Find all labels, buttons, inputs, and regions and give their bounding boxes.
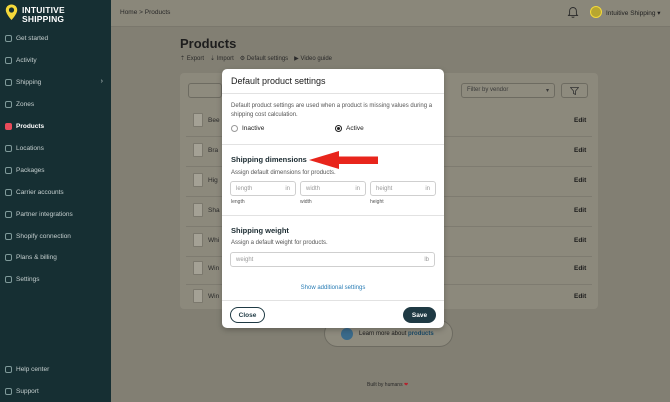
shirt-icon bbox=[5, 122, 12, 130]
page-actions: ⇡ Export ⇣ Import ⚙ Default settings ▶ V… bbox=[180, 55, 332, 62]
location-pin-icon bbox=[5, 4, 18, 20]
close-button[interactable]: Close bbox=[230, 307, 265, 323]
sidebar-item-plans-billing[interactable]: Plans & billing bbox=[0, 249, 111, 265]
shipping-weight-title: Shipping weight bbox=[231, 226, 289, 235]
truck-icon bbox=[5, 78, 12, 86]
vendor-filter[interactable]: Filter by vendor ▾ bbox=[461, 83, 555, 98]
length-label: length bbox=[231, 199, 245, 205]
video-guide-button[interactable]: ▶ Video guide bbox=[294, 55, 332, 62]
edit-button[interactable]: Edit bbox=[574, 177, 586, 184]
edit-button[interactable]: Edit bbox=[574, 117, 586, 124]
shipping-dimensions-title: Shipping dimensions bbox=[231, 155, 307, 164]
radio-inactive[interactable]: Inactive bbox=[231, 125, 264, 132]
show-additional-settings-link[interactable]: Show additional settings bbox=[222, 285, 444, 291]
sidebar-item-packages[interactable]: Packages bbox=[0, 162, 111, 178]
top-bar: Home > Products Intuitive Shipping ▾ bbox=[111, 0, 670, 27]
gear-icon bbox=[5, 275, 12, 283]
sidebar-item-carrier-accounts[interactable]: Carrier accounts bbox=[0, 184, 111, 200]
sidebar-item-shopify-connection[interactable]: Shopify connection bbox=[0, 228, 111, 244]
default-settings-button[interactable]: ⚙ Default settings bbox=[240, 55, 288, 62]
bell-icon[interactable] bbox=[567, 6, 579, 19]
edit-button[interactable]: Edit bbox=[574, 147, 586, 154]
product-thumbnail bbox=[193, 113, 203, 127]
sidebar-item-support[interactable]: Support bbox=[0, 383, 111, 399]
globe-icon bbox=[5, 100, 12, 108]
sidebar-item-shipping[interactable]: Shipping › bbox=[0, 74, 111, 90]
radio-active[interactable]: Active bbox=[335, 125, 364, 132]
shipping-weight-description: Assign a default weight for products. bbox=[231, 240, 328, 246]
width-label: width bbox=[300, 199, 312, 205]
save-button[interactable]: Save bbox=[403, 307, 436, 323]
page-title: Products bbox=[180, 36, 237, 51]
brand-name-line2: SHIPPING bbox=[22, 14, 65, 24]
pin-icon bbox=[5, 144, 12, 152]
people-icon bbox=[341, 328, 353, 340]
product-thumbnail bbox=[193, 289, 203, 303]
product-thumbnail bbox=[193, 261, 203, 275]
length-input[interactable]: length in bbox=[230, 181, 296, 196]
help-icon bbox=[5, 365, 12, 373]
modal-divider bbox=[222, 93, 444, 94]
default-product-settings-modal: Default product settings Default product… bbox=[222, 69, 444, 328]
height-label: height bbox=[370, 199, 384, 205]
modal-description: Default product settings are used when a… bbox=[231, 103, 433, 118]
product-thumbnail bbox=[193, 203, 203, 217]
sidebar-item-help-center[interactable]: Help center bbox=[0, 361, 111, 377]
funnel-icon bbox=[570, 87, 579, 95]
import-button[interactable]: ⇣ Import bbox=[210, 55, 234, 62]
product-thumbnail bbox=[193, 143, 203, 157]
edit-button[interactable]: Edit bbox=[574, 237, 586, 244]
breadcrumb[interactable]: Home > Products bbox=[120, 9, 170, 16]
search-input[interactable] bbox=[188, 83, 222, 98]
modal-divider bbox=[222, 144, 444, 145]
sidebar-item-activity[interactable]: Activity bbox=[0, 52, 111, 68]
heart-icon: ❤ bbox=[403, 382, 409, 388]
box-icon bbox=[5, 166, 12, 174]
modal-divider bbox=[222, 215, 444, 216]
sidebar-item-settings[interactable]: Settings bbox=[0, 271, 111, 287]
footer-credit: Built by humans ❤ bbox=[367, 382, 409, 388]
account-icon bbox=[5, 188, 12, 196]
filter-button[interactable] bbox=[561, 83, 588, 98]
chevron-down-icon: ▾ bbox=[545, 88, 549, 94]
radio-circle[interactable] bbox=[231, 125, 238, 132]
link-icon bbox=[5, 210, 12, 218]
rocket-icon bbox=[5, 34, 12, 42]
avatar[interactable] bbox=[590, 6, 602, 18]
product-thumbnail bbox=[193, 173, 203, 187]
annotation-arrow-icon bbox=[309, 151, 378, 169]
height-input[interactable]: height in bbox=[370, 181, 436, 196]
edit-button[interactable]: Edit bbox=[574, 265, 586, 272]
modal-title: Default product settings bbox=[231, 76, 326, 86]
edit-button[interactable]: Edit bbox=[574, 207, 586, 214]
export-button[interactable]: ⇡ Export bbox=[180, 55, 204, 62]
support-icon bbox=[5, 387, 12, 395]
sidebar: INTUITIVE SHIPPING Get started Activity … bbox=[0, 0, 111, 402]
sidebar-item-partner-integrations[interactable]: Partner integrations bbox=[0, 206, 111, 222]
weight-input[interactable]: weight lb bbox=[230, 252, 435, 267]
product-thumbnail bbox=[193, 233, 203, 247]
radio-circle-selected[interactable] bbox=[335, 125, 342, 132]
user-menu[interactable]: Intuitive Shipping ▾ bbox=[606, 9, 661, 17]
sidebar-item-zones[interactable]: Zones bbox=[0, 96, 111, 112]
brand-logo[interactable]: INTUITIVE SHIPPING bbox=[5, 4, 105, 26]
learn-more-link[interactable]: products bbox=[408, 331, 434, 337]
activity-icon bbox=[5, 56, 12, 64]
width-input[interactable]: width in bbox=[300, 181, 366, 196]
shopify-icon bbox=[5, 232, 12, 240]
sidebar-item-products[interactable]: Products bbox=[0, 118, 111, 134]
sidebar-item-locations[interactable]: Locations bbox=[0, 140, 111, 156]
modal-divider bbox=[222, 300, 444, 301]
sidebar-item-get-started[interactable]: Get started bbox=[0, 30, 111, 46]
edit-button[interactable]: Edit bbox=[574, 293, 586, 300]
chevron-right-icon: › bbox=[100, 78, 103, 85]
card-icon bbox=[5, 253, 12, 261]
